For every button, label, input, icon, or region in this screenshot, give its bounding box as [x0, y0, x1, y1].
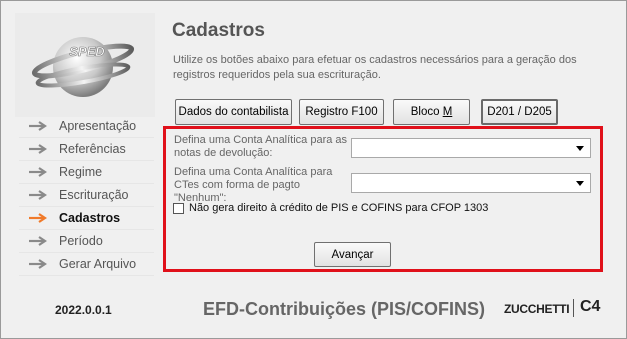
- wizard-nav: Apresentação Referências Regime Escrituraçã…: [19, 115, 154, 276]
- nav-item-regime[interactable]: Regime: [19, 161, 154, 184]
- svg-text:SPED: SPED: [69, 44, 105, 59]
- conta-devolucao-label: Defina uma Conta Analítica para as notas…: [174, 134, 348, 159]
- nav-item-label: Referências: [59, 142, 126, 156]
- arrow-right-icon: [29, 190, 47, 200]
- registro-f100-button[interactable]: Registro F100: [299, 99, 384, 125]
- arrow-right-icon: [29, 167, 47, 177]
- page-title: Cadastros: [172, 20, 265, 41]
- cfop-1303-checkbox[interactable]: [173, 202, 184, 214]
- avancar-button[interactable]: Avançar: [314, 242, 391, 267]
- nav-item-label: Cadastros: [59, 211, 121, 225]
- d201-d205-button[interactable]: D201 / D205: [481, 99, 558, 125]
- arrow-right-icon: [29, 121, 47, 131]
- bloco-m-button[interactable]: Bloco M: [393, 99, 470, 125]
- bloco-m-mnemonic: M: [442, 106, 453, 118]
- arrow-right-icon: [29, 144, 47, 154]
- sped-logo: SPED: [15, 13, 155, 117]
- nav-item-cadastros[interactable]: Cadastros: [19, 207, 154, 230]
- nav-item-referencias[interactable]: Referências: [19, 138, 154, 161]
- chevron-down-icon: [576, 146, 584, 151]
- cfop-1303-label: Não gera direito à crédito de PIS e COFI…: [189, 202, 489, 214]
- page-description: Utilize os botões abaixo para efetuar os…: [173, 54, 577, 81]
- chevron-down-icon: [576, 181, 584, 186]
- arrow-right-icon: [29, 236, 47, 246]
- app-window: SPED Apresentação Referências Regime Escrit…: [0, 0, 627, 339]
- arrow-right-icon: [29, 213, 47, 223]
- nav-item-label: Apresentação: [59, 119, 137, 133]
- nav-item-apresentacao[interactable]: Apresentação: [19, 115, 154, 138]
- conta-devolucao-select[interactable]: [351, 138, 591, 158]
- nav-item-escrituracao[interactable]: Escrituração: [19, 184, 154, 207]
- dados-contabilista-button[interactable]: Dados do contabilista: [175, 99, 292, 125]
- conta-ctes-label: Defina uma Conta Analítica para CTes com…: [174, 166, 333, 204]
- product-name: EFD-Contribuições (PIS/COFINS): [203, 299, 486, 319]
- zucchetti-logo: ZUCCHETTI: [504, 302, 570, 316]
- version-label: 2022.0.0.1: [55, 303, 112, 317]
- nav-item-label: Gerar Arquivo: [59, 257, 137, 271]
- arrow-right-icon: [29, 259, 47, 269]
- nav-item-label: Escrituração: [59, 188, 129, 202]
- nav-item-label: Período: [59, 234, 103, 248]
- c4-logo: C4: [580, 298, 601, 315]
- brand-divider: [573, 299, 574, 317]
- bloco-m-label: Bloco: [410, 106, 443, 118]
- cfop-1303-option[interactable]: Não gera direito à crédito de PIS e COFI…: [173, 202, 488, 214]
- conta-ctes-select[interactable]: [351, 173, 591, 193]
- nav-item-gerar-arquivo[interactable]: Gerar Arquivo: [19, 253, 154, 276]
- nav-item-label: Regime: [59, 165, 103, 179]
- nav-item-periodo[interactable]: Período: [19, 230, 154, 253]
